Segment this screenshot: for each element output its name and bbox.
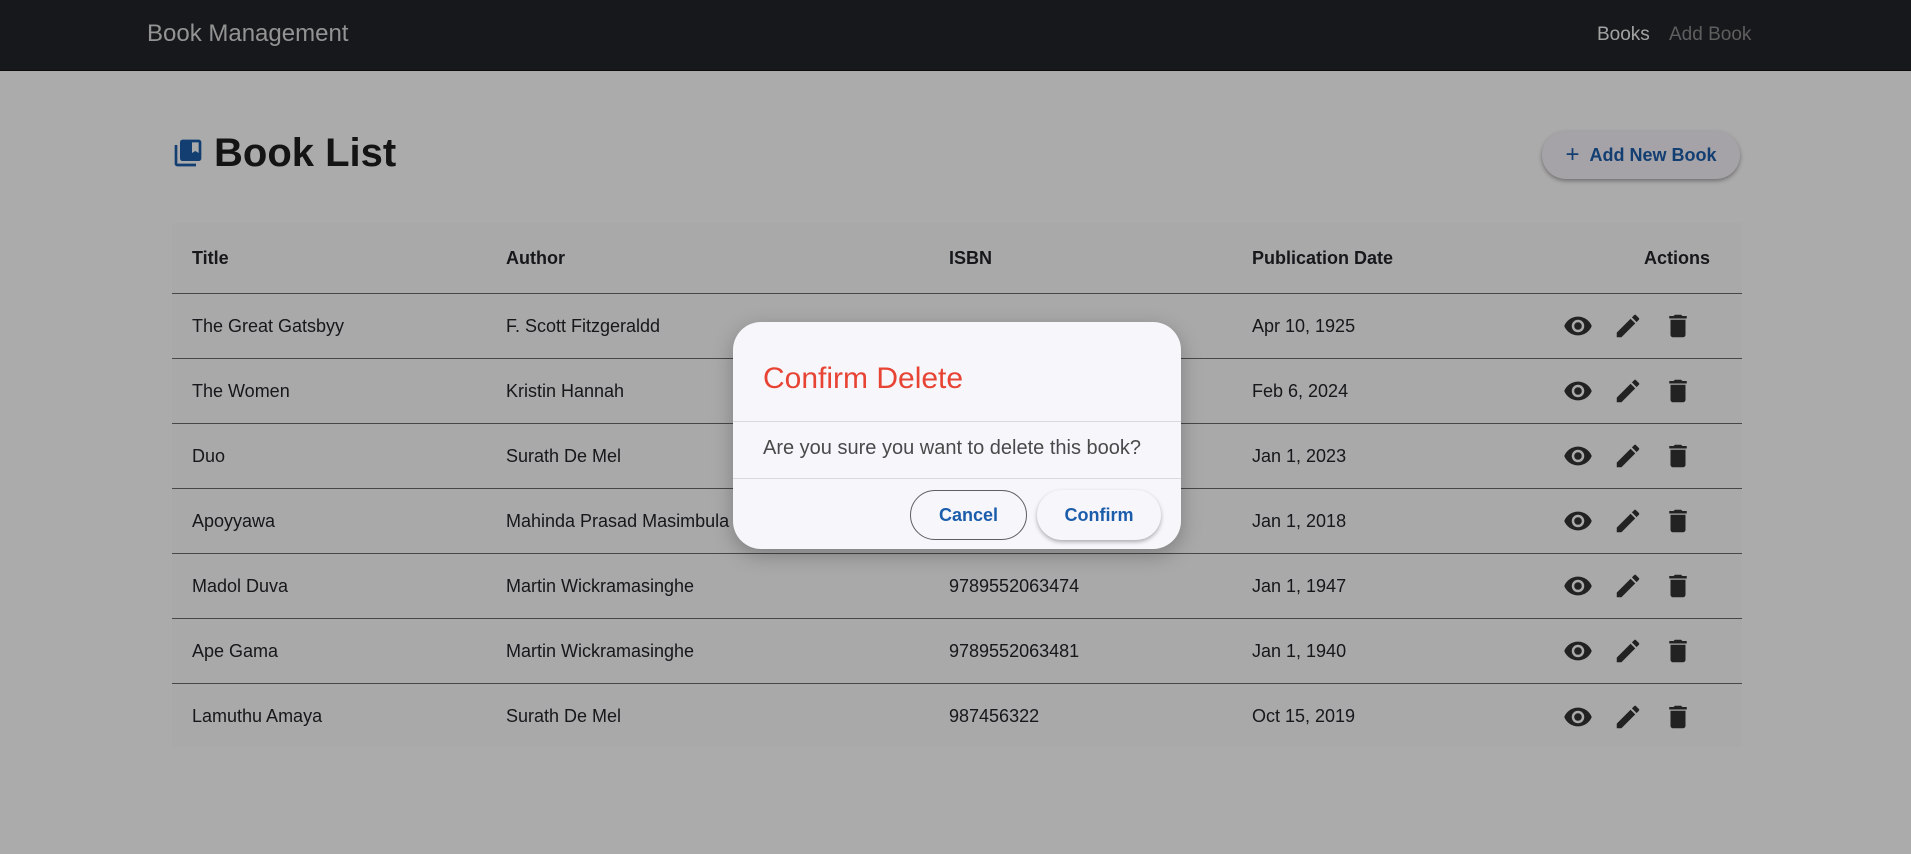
dialog-message: Are you sure you want to delete this boo… <box>763 437 1142 459</box>
confirm-button[interactable]: Confirm <box>1037 490 1161 540</box>
cancel-button[interactable]: Cancel <box>910 490 1027 540</box>
confirm-delete-dialog: Confirm Delete Are you sure you want to … <box>733 322 1181 549</box>
divider <box>733 421 1181 422</box>
divider <box>733 478 1181 479</box>
dialog-title: Confirm Delete <box>763 362 964 395</box>
